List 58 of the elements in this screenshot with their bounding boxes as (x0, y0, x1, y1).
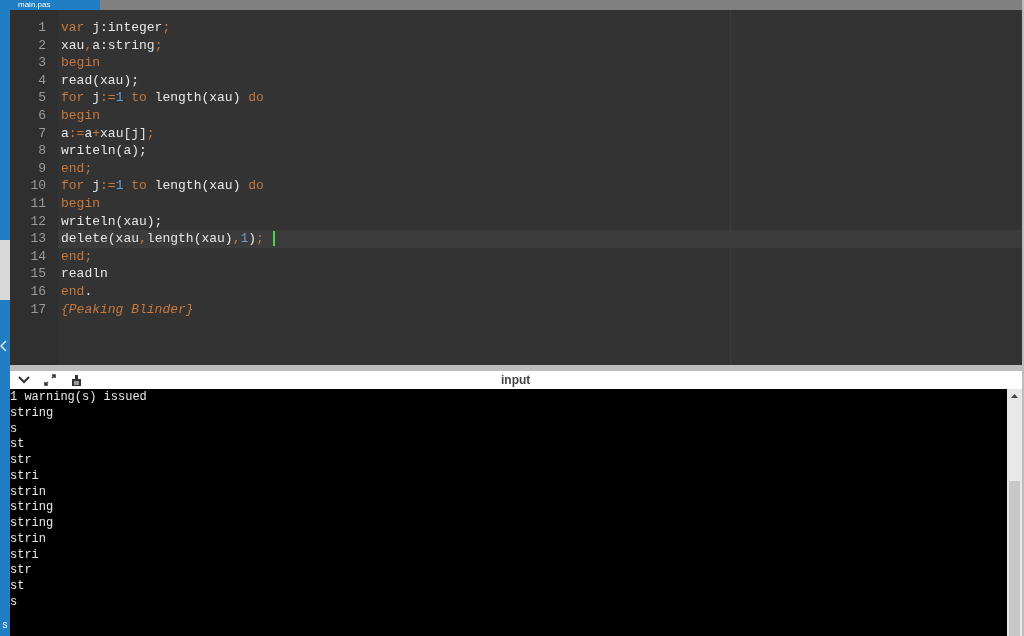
output-line: stri (10, 468, 40, 485)
output-line: str (10, 453, 33, 469)
line-number: 17 (30, 301, 46, 317)
chevron-down-icon[interactable] (18, 376, 30, 384)
code-line: begin (61, 54, 100, 72)
output-line: s (10, 421, 19, 438)
line-number: 10 (30, 178, 46, 194)
line-number: 3 (38, 55, 46, 71)
code-line: begin (61, 194, 100, 213)
code-line: begin (61, 106, 100, 125)
output-line: string (10, 405, 55, 422)
line-number: 8 (38, 143, 46, 159)
code-line: a:=a+xau[j]; (61, 124, 155, 143)
line-number: 7 (38, 125, 46, 141)
line-number: 14 (30, 248, 46, 264)
output-line: st (10, 437, 26, 453)
code-line: end. (61, 282, 93, 301)
line-number: 2 (38, 37, 46, 53)
code-line: delete(xau,length(xau),1); (61, 230, 264, 248)
chevron-left-icon[interactable] (0, 340, 8, 352)
clear-icon[interactable] (70, 373, 82, 387)
output-line: string (10, 516, 55, 532)
code-line: end; (61, 159, 93, 178)
line-number: 16 (30, 283, 46, 299)
line-number: 5 (38, 90, 46, 106)
output-line: string (10, 500, 55, 516)
line-number: 9 (38, 160, 46, 176)
file-tab[interactable]: main.pas (10, 0, 100, 10)
code-line: {Peaking Blinder} (61, 300, 194, 319)
code-line: for j:=1 to length(xau) do (61, 89, 264, 107)
line-number: 4 (38, 72, 46, 88)
expand-icon[interactable] (44, 374, 56, 386)
output-line: strin (10, 484, 47, 501)
code-line: for j:=1 to length(xau) do (61, 177, 264, 195)
output-line: str (10, 563, 33, 579)
code-line: readln (61, 265, 108, 283)
console-title: input (501, 372, 531, 389)
side-strip-label: s (2, 620, 8, 630)
line-number: 11 (30, 195, 46, 211)
output-line: stri (10, 547, 40, 564)
output-line: strin (10, 531, 47, 548)
output-line: st (10, 579, 26, 595)
code-line: xau,a:string; (61, 36, 163, 55)
code-line: writeln(xau); (61, 212, 163, 231)
side-panel-segment (0, 240, 10, 300)
code-line: read(xau); (61, 71, 139, 90)
line-number: 6 (38, 107, 46, 123)
text-cursor (272, 231, 275, 247)
line-number: 13 (30, 231, 46, 247)
line-number: 15 (30, 266, 46, 282)
scrollbar[interactable] (1007, 389, 1022, 636)
line-number: 12 (30, 213, 46, 229)
output-line: s (10, 594, 19, 611)
code-line: var j:integer; (61, 19, 171, 37)
line-number: 1 (38, 20, 46, 35)
output-line: 1 warning(s) issued (10, 390, 148, 406)
code-line: writeln(a); (61, 142, 147, 160)
code-line: end; (61, 247, 93, 266)
